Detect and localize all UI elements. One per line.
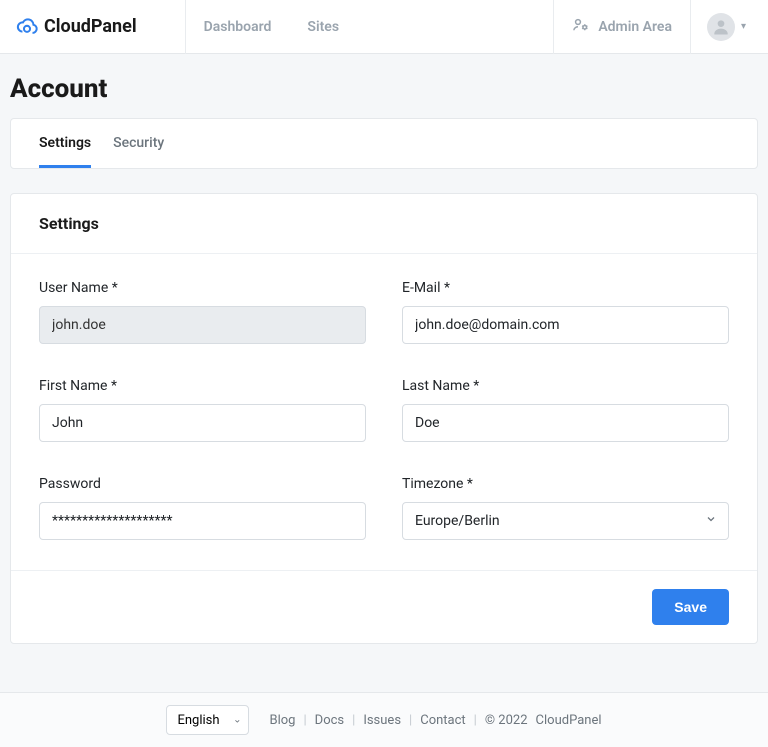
panel-footer: Save [11,570,757,643]
input-username [39,306,366,344]
avatar [707,13,735,41]
footer-link-docs[interactable]: Docs [315,713,344,728]
account-tabs: Settings Security [11,119,757,168]
app-header: CloudPanel Dashboard Sites Admin Area ▾ [0,0,768,54]
label-firstname: First Name * [39,378,366,394]
main-nav: Dashboard Sites [186,0,554,54]
input-email[interactable] [402,306,729,344]
footer-links: Blog | Docs | Issues | Contact | © 2022 … [269,713,601,728]
field-email: E-Mail * [402,280,729,344]
admin-area-link[interactable]: Admin Area [553,0,690,54]
save-button[interactable]: Save [652,589,729,625]
tabs-card: Settings Security [10,118,758,169]
footer-brand: CloudPanel [536,713,602,728]
settings-form: User Name * E-Mail * First Name * Last N… [39,280,729,540]
users-gear-icon [572,16,590,38]
brand-logo[interactable]: CloudPanel [12,16,185,38]
field-lastname: Last Name * [402,378,729,442]
nav-dashboard[interactable]: Dashboard [186,0,290,54]
page-content: Account Settings Security Settings User … [0,54,768,692]
footer-link-contact[interactable]: Contact [420,713,465,728]
panel-header: Settings [11,194,757,254]
input-firstname[interactable] [39,404,366,442]
field-timezone: Timezone * Europe/Berlin [402,476,729,540]
field-username: User Name * [39,280,366,344]
brand-name: CloudPanel [44,16,137,37]
footer-copyright: © 2022 [485,713,528,728]
tab-settings[interactable]: Settings [39,119,91,168]
nav-sites[interactable]: Sites [289,0,357,54]
field-password: Password [39,476,366,540]
settings-panel: Settings User Name * E-Mail * First Name… [10,193,758,644]
user-menu[interactable]: ▾ [690,0,756,54]
cloud-icon [16,16,38,38]
input-password[interactable] [39,502,366,540]
footer-link-issues[interactable]: Issues [363,713,401,728]
label-email: E-Mail * [402,280,729,296]
select-timezone[interactable]: Europe/Berlin [402,502,729,540]
input-lastname[interactable] [402,404,729,442]
label-timezone: Timezone * [402,476,729,492]
panel-body: User Name * E-Mail * First Name * Last N… [11,254,757,570]
field-firstname: First Name * [39,378,366,442]
admin-area-label: Admin Area [598,19,672,35]
app-footer: English ⌄ Blog | Docs | Issues | Contact… [0,692,768,747]
label-username: User Name * [39,280,366,296]
label-password: Password [39,476,366,492]
language-select[interactable]: English [166,705,249,735]
tab-security[interactable]: Security [113,119,164,168]
label-lastname: Last Name * [402,378,729,394]
panel-title: Settings [39,214,729,233]
chevron-down-icon: ▾ [741,21,746,32]
page-title: Account [10,74,758,104]
footer-link-blog[interactable]: Blog [269,713,295,728]
